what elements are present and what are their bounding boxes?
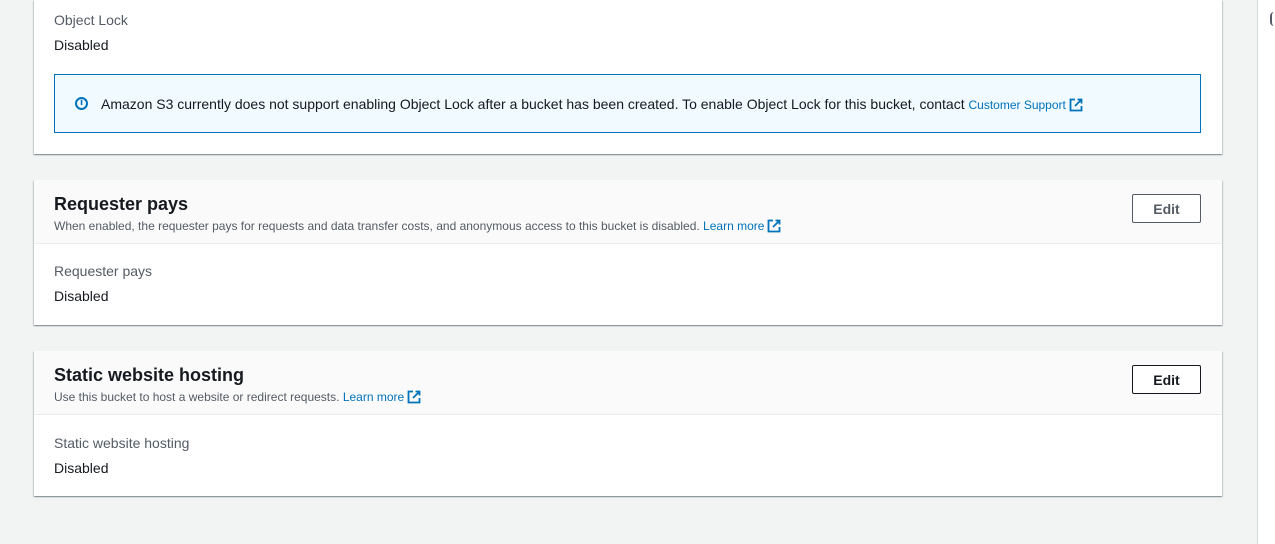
customer-support-link[interactable]: Customer Support — [968, 98, 1083, 112]
requester-pays-header: Requester pays When enabled, the request… — [34, 180, 1222, 244]
external-link-icon — [1069, 98, 1083, 111]
static-website-hosting-field-label: Static website hosting — [54, 435, 190, 451]
requester-pays-title: Requester pays — [54, 194, 189, 214]
static-website-learn-more-link[interactable]: Learn more — [343, 390, 421, 404]
requester-pays-field-value: Disabled — [54, 288, 109, 304]
help-panel-toggle[interactable] — [1270, 12, 1274, 26]
object-lock-panel: Object Lock Disabled i Amazon S3 current… — [34, 0, 1222, 154]
external-link-icon — [407, 390, 421, 404]
object-lock-label: Object Lock — [54, 12, 128, 28]
info-icon: i — [75, 97, 88, 110]
requester-pays-description: When enabled, the requester pays for req… — [54, 219, 781, 233]
external-link-icon — [768, 219, 781, 233]
main-content: Object Lock Disabled i Amazon S3 current… — [0, 0, 1257, 544]
static-website-hosting-description: Use this bucket to host a website or red… — [54, 390, 421, 404]
object-lock-value: Disabled — [54, 37, 109, 53]
right-side-rail — [1257, 0, 1275, 544]
requester-pays-edit-button[interactable]: Edit — [1132, 194, 1201, 223]
static-website-hosting-header: Static website hosting Use this bucket t… — [34, 351, 1222, 415]
static-website-hosting-panel: Static website hosting Use this bucket t… — [34, 351, 1222, 496]
static-website-hosting-edit-button[interactable]: Edit — [1132, 365, 1201, 394]
static-website-hosting-field-value: Disabled — [54, 460, 109, 476]
requester-pays-panel: Requester pays When enabled, the request… — [34, 180, 1222, 325]
requester-pays-learn-more-link[interactable]: Learn more — [703, 219, 781, 233]
static-website-hosting-title: Static website hosting — [54, 365, 245, 385]
info-alert-text: Amazon S3 currently does not support ena… — [101, 96, 1083, 112]
requester-pays-field-label: Requester pays — [54, 263, 153, 279]
object-lock-info-alert: i Amazon S3 currently does not support e… — [54, 74, 1201, 133]
